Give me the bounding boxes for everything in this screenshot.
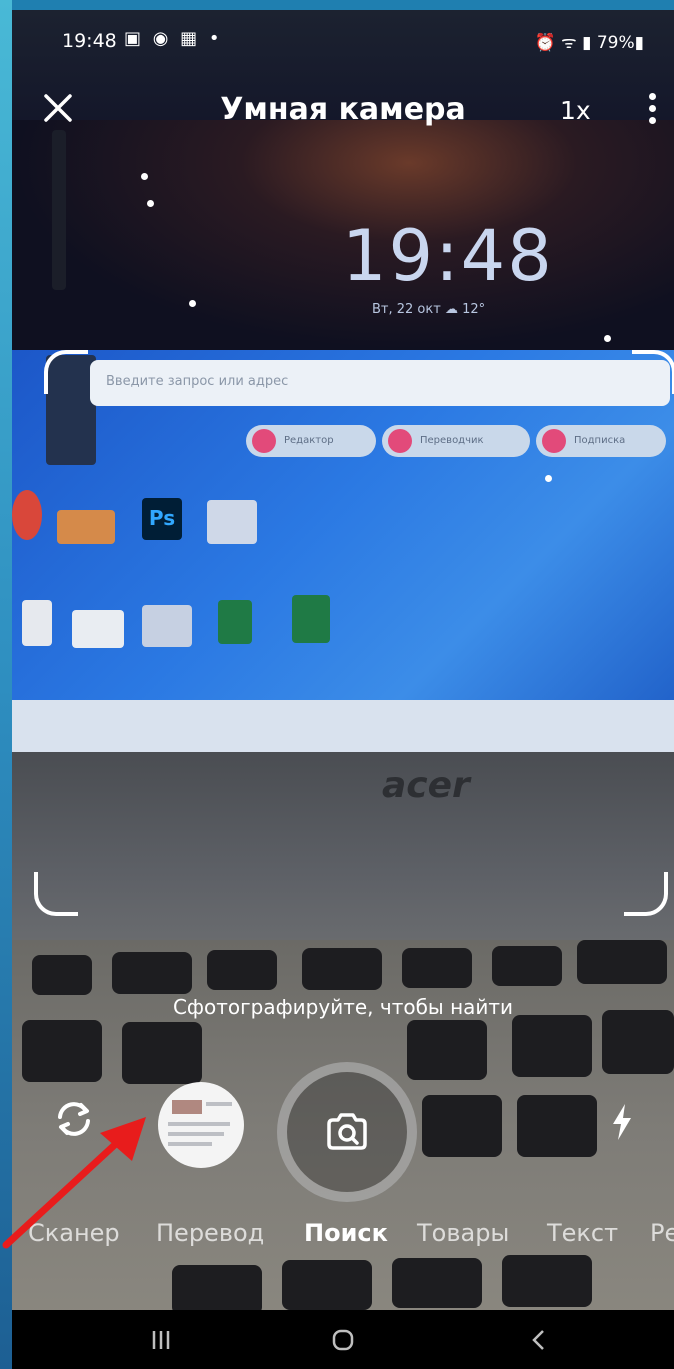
scene-clock: 19:48	[342, 215, 554, 297]
tracking-dot	[141, 173, 148, 180]
scene-desktop-icon	[12, 490, 42, 540]
scene-key	[207, 950, 277, 990]
excel-icon	[292, 595, 330, 643]
scene-desktop-icon	[22, 600, 52, 646]
scene-key	[517, 1095, 597, 1157]
scene-key	[402, 948, 472, 988]
scene-search-box: Введите запрос или адрес	[90, 360, 670, 406]
back-icon[interactable]	[527, 1328, 551, 1356]
scene-desktop-icon	[72, 610, 124, 648]
scene-key	[512, 1015, 592, 1077]
mode-more[interactable]: Ре	[650, 1219, 674, 1247]
scene-key	[392, 1258, 482, 1308]
excel-icon	[218, 600, 252, 644]
gallery-thumbnail[interactable]	[158, 1082, 244, 1168]
zoom-button[interactable]: 1x	[560, 96, 591, 125]
scene-pill-editor: Редактор	[246, 425, 376, 457]
mode-search[interactable]: Поиск	[304, 1219, 388, 1247]
scene-key	[577, 940, 667, 984]
scene-key	[282, 1260, 372, 1310]
camera-scene-laptop-body	[12, 752, 674, 952]
frame-corner-top-right	[632, 350, 674, 394]
scene-key	[112, 952, 192, 994]
phone-screen: 19:48 Вт, 22 окт ☁ 12° Введите запрос ил…	[12, 10, 674, 1369]
scene-key	[122, 1022, 202, 1084]
home-icon[interactable]	[331, 1328, 355, 1356]
mode-scanner[interactable]: Сканер	[28, 1219, 120, 1247]
status-system-icons: ⏰ ᯤ ▮ 79%▮	[534, 33, 644, 53]
scene-key	[32, 955, 92, 995]
scene-key	[492, 946, 562, 986]
more-icon[interactable]	[645, 88, 659, 128]
scene-date: Вт, 22 окт ☁ 12°	[372, 302, 486, 317]
rotate-camera-icon[interactable]	[50, 1095, 98, 1143]
app-top-bar: Умная камера 1x	[12, 80, 674, 140]
status-time: 19:48	[62, 30, 117, 52]
scene-key	[22, 1020, 102, 1082]
camera-hint: Сфотографируйте, чтобы найти	[172, 995, 514, 1019]
scene-key	[422, 1095, 502, 1157]
frame-corner-top-left	[44, 350, 88, 394]
scene-key	[302, 948, 382, 990]
status-bar: 19:48 ▣ ◉ ▦ • ⏰ ᯤ ▮ 79%▮	[12, 10, 674, 70]
scene-key	[502, 1255, 592, 1307]
scene-desktop-icon	[57, 510, 115, 544]
scene-pill-subscription: Подписка	[536, 425, 666, 457]
scene-taskbar	[12, 700, 674, 752]
mode-text[interactable]: Текст	[547, 1219, 618, 1247]
tracking-dot	[604, 335, 611, 342]
scene-pill-translator: Переводчик	[382, 425, 530, 457]
mode-translate[interactable]: Перевод	[156, 1219, 264, 1247]
tracking-dot	[147, 200, 154, 207]
flash-icon[interactable]	[609, 1102, 635, 1142]
frame-corner-bottom-right	[624, 872, 668, 916]
slide-border	[0, 0, 12, 1369]
recents-icon[interactable]	[149, 1328, 173, 1356]
scene-search-placeholder: Введите запрос или адрес	[106, 374, 289, 389]
photoshop-icon: Ps	[142, 498, 182, 540]
status-notification-icons: ▣ ◉ ▦ •	[124, 28, 223, 49]
scene-key	[407, 1020, 487, 1080]
scene-desktop-icon	[207, 500, 257, 544]
scene-desktop-icon	[142, 605, 192, 647]
shutter-button[interactable]	[277, 1062, 417, 1202]
scene-key	[602, 1010, 674, 1074]
tracking-dot	[545, 475, 552, 482]
scene-key	[172, 1265, 262, 1315]
mode-products[interactable]: Товары	[417, 1219, 509, 1247]
camera-search-icon	[327, 1113, 367, 1150]
scene-brand-logo: acer	[382, 765, 470, 806]
scene-sidebar	[52, 130, 66, 290]
camera-scene-desktop	[12, 350, 674, 740]
tracking-dot	[189, 300, 196, 307]
frame-corner-bottom-left	[34, 872, 78, 916]
mode-selector: Сканер Перевод Поиск Товары Текст Ре	[12, 1215, 674, 1259]
